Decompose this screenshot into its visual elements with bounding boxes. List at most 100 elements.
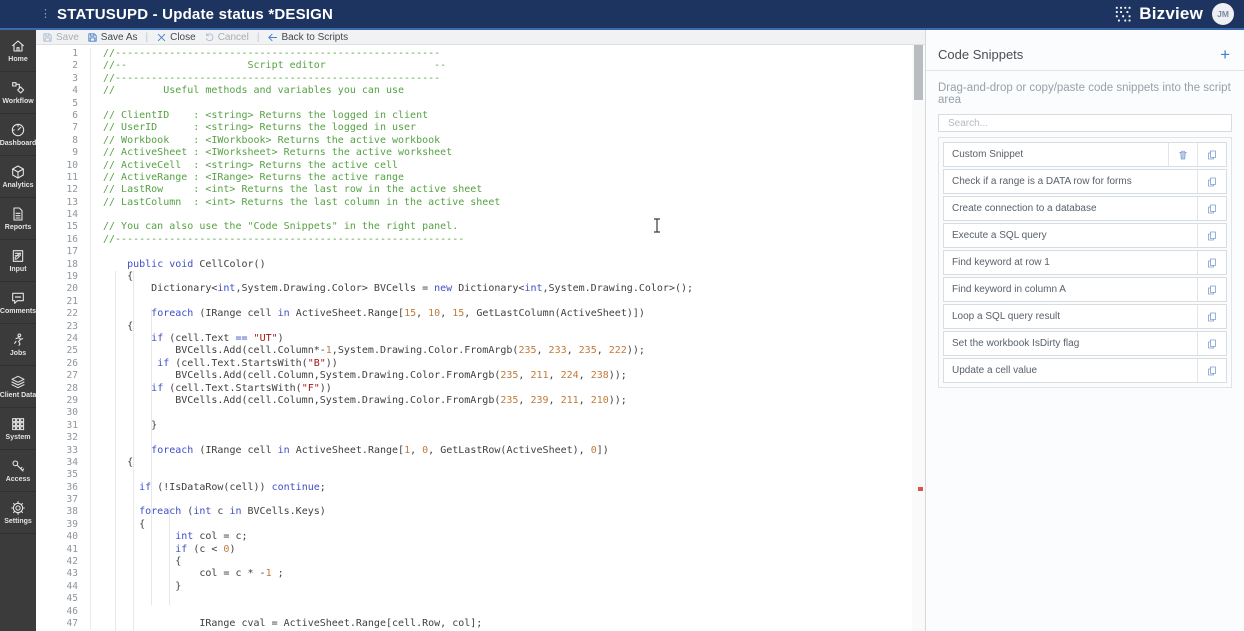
snippet-item[interactable]: Create connection to a database xyxy=(943,196,1227,221)
sidebar-item-input[interactable]: Input xyxy=(0,240,36,282)
snippet-item[interactable]: Find keyword at row 1 xyxy=(943,250,1227,275)
copy-snippet-button[interactable] xyxy=(1197,197,1226,220)
copy-snippet-button[interactable] xyxy=(1197,224,1226,247)
line-number: 13 xyxy=(36,197,91,209)
sidebar-item-system[interactable]: System xyxy=(0,408,36,450)
copy-snippet-button[interactable] xyxy=(1197,251,1226,274)
snippet-search[interactable] xyxy=(938,114,1232,132)
save-icon xyxy=(42,32,53,43)
snippet-item[interactable]: Custom Snippet xyxy=(943,142,1227,167)
code-line: 3//-------------------------------------… xyxy=(36,73,912,85)
change-marker xyxy=(918,487,923,491)
snippet-item[interactable]: Find keyword in column A xyxy=(943,277,1227,302)
line-number: 17 xyxy=(36,246,91,258)
snippet-item[interactable]: Loop a SQL query result xyxy=(943,304,1227,329)
close-button[interactable]: Close xyxy=(156,32,196,43)
client-data-icon xyxy=(10,374,26,390)
input-icon xyxy=(10,248,26,264)
sidebar-item-dashboard[interactable]: Dashboard xyxy=(0,114,36,156)
indent-guide xyxy=(115,271,116,631)
editor-scrollbar[interactable] xyxy=(912,45,925,631)
copy-snippet-button[interactable] xyxy=(1197,332,1226,355)
snippet-label: Set the workbook IsDirty flag xyxy=(944,338,1197,349)
sidebar-item-workflow[interactable]: Workflow xyxy=(0,72,36,114)
copy-icon xyxy=(1206,203,1218,215)
code-line: 42 { xyxy=(36,556,912,568)
snippet-item[interactable]: Update a cell value xyxy=(943,358,1227,383)
copy-snippet-button[interactable] xyxy=(1197,359,1226,382)
save-as-button[interactable]: Save As xyxy=(87,32,138,43)
sidebar-item-analytics[interactable]: Analytics xyxy=(0,156,36,198)
code-line: 11// ActiveRange : <IRange> Returns the … xyxy=(36,172,912,184)
copy-icon xyxy=(1206,230,1218,242)
line-number: 28 xyxy=(36,383,91,395)
indent-guide xyxy=(169,507,170,605)
line-number: 23 xyxy=(36,321,91,333)
snippet-search-input[interactable] xyxy=(946,117,1224,130)
snippet-list: Custom Snippet Check if a range is a DAT… xyxy=(938,137,1232,388)
add-snippet-button[interactable]: + xyxy=(1220,49,1230,61)
sidebar-item-access[interactable]: Access xyxy=(0,450,36,492)
code-line: 12// LastRow : <int> Returns the last ro… xyxy=(36,184,912,196)
copy-snippet-button[interactable] xyxy=(1197,143,1226,166)
sidebar-item-home[interactable]: Home xyxy=(0,30,36,72)
code-line: 21 xyxy=(36,296,912,308)
copy-snippet-button[interactable] xyxy=(1197,278,1226,301)
code-line: 29 BVCells.Add(cell.Column,System.Drawin… xyxy=(36,395,912,407)
code-line: 20 Dictionary<int,System.Drawing.Color> … xyxy=(36,283,912,295)
cancel-button[interactable]: Cancel xyxy=(204,32,249,43)
line-number: 14 xyxy=(36,209,91,221)
code-line: 26 if (cell.Text.StartsWith("B")) xyxy=(36,358,912,370)
settings-icon xyxy=(10,500,26,516)
sidebar-item-settings[interactable]: Settings xyxy=(0,492,36,534)
copy-icon xyxy=(1206,338,1218,350)
snippet-item[interactable]: Check if a range is a DATA row for forms xyxy=(943,169,1227,194)
line-number: 16 xyxy=(36,234,91,246)
line-number: 15 xyxy=(36,221,91,233)
snippet-item[interactable]: Set the workbook IsDirty flag xyxy=(943,331,1227,356)
line-number: 41 xyxy=(36,544,91,556)
snippet-label: Loop a SQL query result xyxy=(944,311,1197,322)
code-line: 5 xyxy=(36,98,912,110)
save-as-icon xyxy=(87,32,98,43)
code-line: 33 foreach (IRange cell in ActiveSheet.R… xyxy=(36,445,912,457)
line-number: 45 xyxy=(36,593,91,605)
avatar[interactable]: JM xyxy=(1212,3,1234,25)
page-title: STATUSUPD - Update status *DESIGN xyxy=(57,6,333,23)
snippet-label: Custom Snippet xyxy=(944,149,1168,160)
sidebar-item-comments[interactable]: Comments xyxy=(0,282,36,324)
reports-icon xyxy=(10,206,26,222)
code-line: 31 } xyxy=(36,420,912,432)
line-number: 36 xyxy=(36,482,91,494)
snippet-item[interactable]: Execute a SQL query xyxy=(943,223,1227,248)
delete-snippet-button[interactable] xyxy=(1168,143,1197,166)
bizview-logo-icon xyxy=(1115,6,1132,23)
copy-icon xyxy=(1206,149,1218,161)
code-snippets-panel: Code Snippets + Drag-and-drop or copy/pa… xyxy=(925,30,1244,631)
trash-icon xyxy=(1177,149,1189,161)
copy-snippet-button[interactable] xyxy=(1197,170,1226,193)
code-line: 45 xyxy=(36,593,912,605)
sidebar-item-jobs[interactable]: Jobs xyxy=(0,324,36,366)
code-line: 22 foreach (IRange cell in ActiveSheet.R… xyxy=(36,308,912,320)
sidebar-item-client-data[interactable]: Client Data xyxy=(0,366,36,408)
back-to-scripts-button[interactable]: Back to Scripts xyxy=(267,32,348,43)
line-number: 2 xyxy=(36,60,91,72)
code-line: 10// ActiveCell : <string> Returns the a… xyxy=(36,160,912,172)
code-editor[interactable]: 1//-------------------------------------… xyxy=(36,45,912,631)
code-line: 17 xyxy=(36,246,912,258)
copy-snippet-button[interactable] xyxy=(1197,305,1226,328)
sidebar-item-reports[interactable]: Reports xyxy=(0,198,36,240)
snippet-label: Find keyword at row 1 xyxy=(944,257,1197,268)
code-line: 14 xyxy=(36,209,912,221)
indent-guide xyxy=(151,309,152,605)
access-icon xyxy=(10,458,26,474)
snippet-label: Check if a range is a DATA row for forms xyxy=(944,176,1197,187)
scrollbar-thumb[interactable] xyxy=(914,45,923,100)
workflow-icon xyxy=(10,80,26,96)
save-button[interactable]: Save xyxy=(42,32,79,43)
line-number: 34 xyxy=(36,457,91,469)
line-number: 8 xyxy=(36,135,91,147)
copy-icon xyxy=(1206,176,1218,188)
code-line: 15// You can also use the "Code Snippets… xyxy=(36,221,912,233)
